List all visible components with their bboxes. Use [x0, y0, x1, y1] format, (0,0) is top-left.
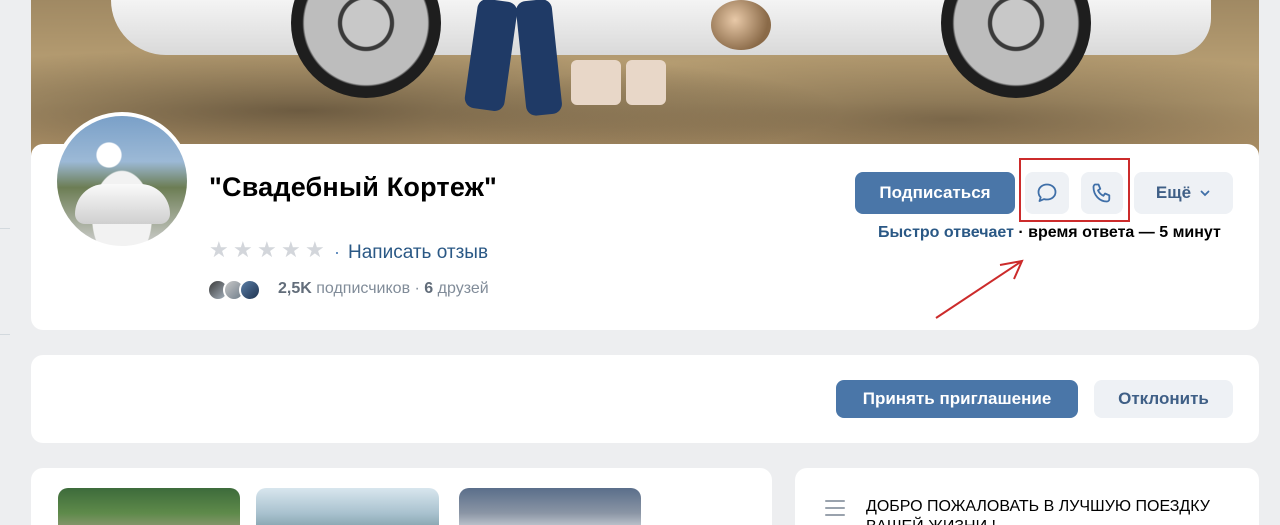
chevron-down-icon	[1200, 190, 1210, 197]
subscribers-info[interactable]: 2,5K подписчиков · 6 друзей	[278, 280, 489, 298]
write-review-link[interactable]: Написать отзыв	[348, 242, 488, 264]
friends-label: друзей	[437, 280, 489, 297]
rating-stars[interactable]: ★ ★ ★ ★ ★	[209, 237, 325, 262]
review-separator: ·	[334, 242, 340, 262]
star-icon: ★	[257, 237, 277, 262]
annotation-arrow-icon	[935, 259, 1024, 319]
decline-button[interactable]: Отклонить	[1094, 380, 1233, 418]
page-title: "Свадебный Кортеж"	[209, 172, 498, 202]
subscribers-label: подписчиков ·	[316, 280, 420, 297]
welcome-description: ДОБРО ПОЖАЛОВАТЬ В ЛУЧШУЮ ПОЕЗДКУ ВАШЕЙ …	[866, 498, 1210, 525]
star-icon: ★	[281, 237, 301, 262]
more-button[interactable]: Ещё	[1134, 172, 1233, 214]
response-time-info: Быстро отвечает · время ответа — 5 минут	[878, 224, 1221, 242]
text-lines-icon	[825, 500, 845, 521]
friend-avatars[interactable]	[207, 279, 261, 301]
left-edge-tick	[0, 228, 10, 229]
photo-thumbnail[interactable]	[58, 488, 240, 525]
subscribers-count: 2,5K	[278, 280, 312, 297]
response-time: время ответа — 5 минут	[1028, 224, 1221, 241]
star-icon: ★	[305, 237, 325, 262]
community-avatar[interactable]	[53, 112, 191, 250]
cover-wheel	[291, 0, 441, 98]
fast-reply-label: Быстро отвечает	[878, 224, 1014, 241]
subscribe-button[interactable]: Подписаться	[855, 172, 1015, 214]
cover-wheel	[941, 0, 1091, 98]
avatar-image	[57, 116, 187, 246]
highlight-annotation-box	[1019, 158, 1130, 222]
star-icon: ★	[233, 237, 253, 262]
cover-bouquet	[711, 0, 771, 50]
left-edge-tick	[0, 334, 10, 335]
more-label: Ещё	[1155, 183, 1192, 202]
photo-thumbnail[interactable]	[459, 488, 641, 525]
cover-figure	[626, 60, 666, 105]
accept-invite-button[interactable]: Принять приглашение	[836, 380, 1078, 418]
response-separator: ·	[1013, 224, 1029, 241]
cover-figure	[571, 60, 621, 105]
friends-count: 6	[424, 280, 434, 297]
friend-avatar	[239, 279, 261, 301]
star-icon: ★	[209, 237, 229, 262]
photo-thumbnail[interactable]	[256, 488, 439, 525]
